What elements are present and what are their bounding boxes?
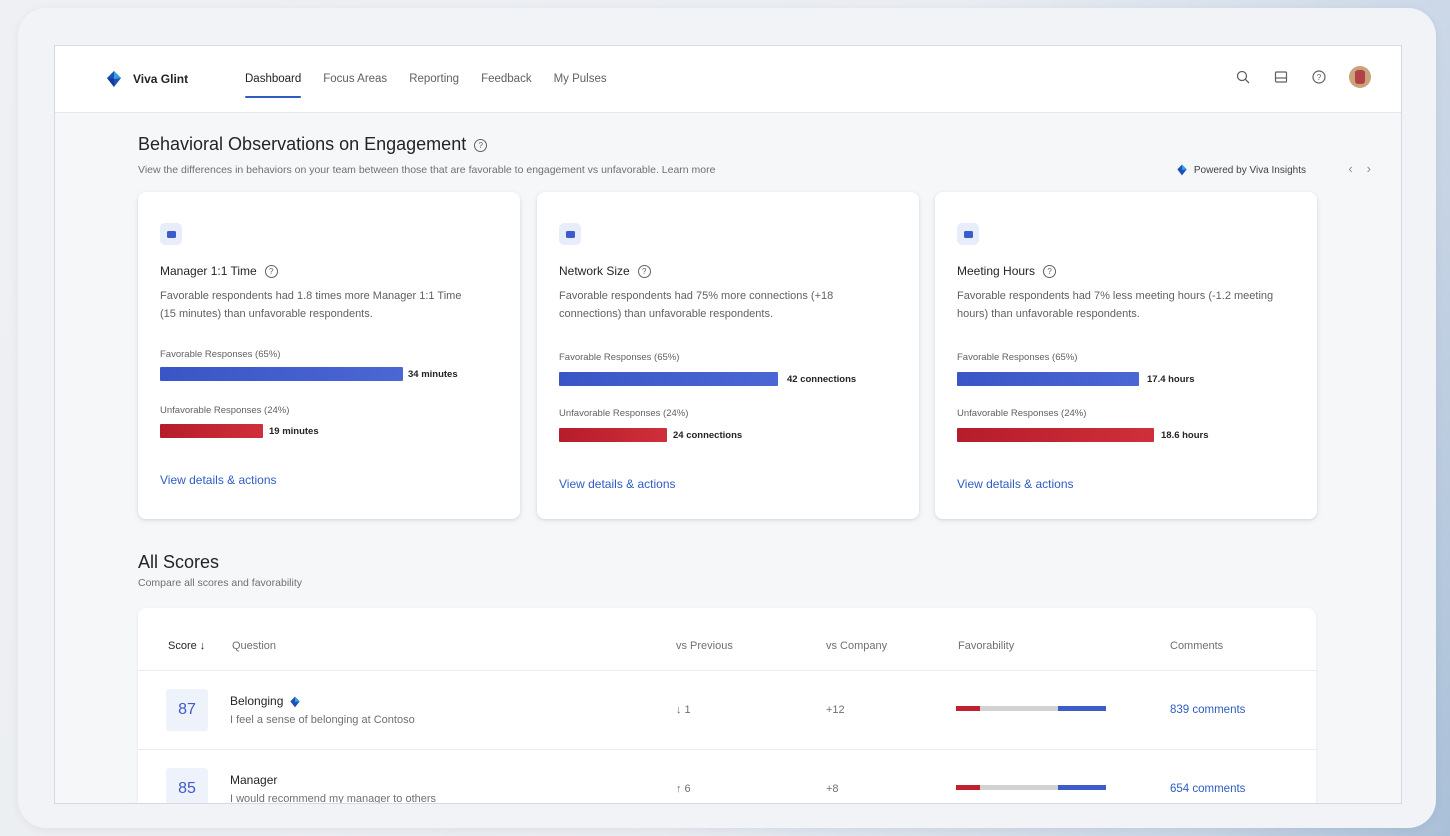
favorable-label: Favorable Responses (65%) bbox=[957, 352, 1078, 363]
column-question: Question bbox=[232, 640, 277, 652]
header-actions: ? bbox=[1235, 66, 1371, 88]
score-value: 85 bbox=[166, 768, 208, 803]
nav-tab-dashboard[interactable]: Dashboard bbox=[245, 46, 302, 112]
network-icon bbox=[559, 223, 581, 245]
question-title-text: Belonging bbox=[230, 694, 284, 708]
nav-tab-feedback[interactable]: Feedback bbox=[481, 46, 532, 112]
column-favorability: Favorability bbox=[958, 640, 1015, 652]
table-header: Score ↓ Question vs Previous vs Company … bbox=[138, 608, 1316, 671]
column-vs-previous: vs Previous bbox=[676, 640, 733, 652]
nav-tab-reporting[interactable]: Reporting bbox=[409, 46, 459, 112]
favorability-bar bbox=[956, 706, 1106, 711]
viva-glint-logo-icon bbox=[107, 71, 121, 87]
vs-company-value: +8 bbox=[826, 783, 839, 795]
favorable-bar bbox=[559, 372, 778, 386]
unfavorable-label: Unfavorable Responses (24%) bbox=[160, 405, 290, 416]
nav-tab-focus-areas[interactable]: Focus Areas bbox=[323, 46, 387, 112]
favorability-bar bbox=[956, 785, 1106, 790]
score-value: 87 bbox=[166, 689, 208, 731]
vs-previous-value: ↑ 6 bbox=[676, 783, 691, 795]
table-row[interactable]: 87 Belonging I feel a sense of belonging… bbox=[138, 671, 1316, 750]
comments-link[interactable]: 654 comments bbox=[1170, 783, 1245, 795]
info-icon[interactable]: ? bbox=[1043, 265, 1057, 279]
question-title: Manager bbox=[230, 773, 278, 787]
app-brand: Viva Glint bbox=[133, 72, 189, 86]
question-text: I feel a sense of belonging at Contoso bbox=[230, 714, 415, 726]
view-details-link[interactable]: View details & actions bbox=[160, 473, 277, 487]
powered-by-label: Powered by Viva Insights bbox=[1193, 164, 1306, 176]
favorable-segment bbox=[1058, 706, 1106, 711]
question-text: I would recommend my manager to others bbox=[230, 793, 437, 804]
question-title: Belonging bbox=[230, 694, 301, 708]
favorable-value: 42 connections bbox=[787, 374, 857, 385]
unfavorable-value: 19 minutes bbox=[269, 426, 319, 437]
favorable-value: 17.4 hours bbox=[1147, 374, 1195, 385]
viva-insights-icon bbox=[290, 696, 301, 708]
favorable-label: Favorable Responses (65%) bbox=[559, 352, 680, 363]
unfavorable-label: Unfavorable Responses (24%) bbox=[559, 408, 689, 419]
vs-company-value: +12 bbox=[826, 704, 845, 716]
view-details-link[interactable]: View details & actions bbox=[559, 477, 676, 491]
section-title-behavioral: Behavioral Observations on Engagement? bbox=[138, 134, 488, 155]
comments-link[interactable]: 839 comments bbox=[1170, 704, 1245, 716]
help-icon[interactable]: ? bbox=[1311, 69, 1327, 85]
chevron-right-icon[interactable]: › bbox=[1367, 161, 1371, 176]
main-nav: Dashboard Focus Areas Reporting Feedback… bbox=[245, 46, 629, 112]
unfavorable-segment bbox=[956, 706, 980, 711]
view-details-link[interactable]: View details & actions bbox=[957, 477, 1074, 491]
vs-previous-value: ↓ 1 bbox=[676, 704, 691, 716]
favorable-value: 34 minutes bbox=[408, 369, 458, 380]
card-title: Network Size? bbox=[559, 264, 651, 279]
unfavorable-bar bbox=[559, 428, 667, 442]
chevron-left-icon[interactable]: ‹ bbox=[1348, 161, 1352, 176]
card-description: Favorable respondents had 7% less meetin… bbox=[957, 290, 1274, 320]
behavioral-subtitle: View the differences in behaviors on you… bbox=[138, 164, 716, 176]
card-description: Favorable respondents had 75% more conne… bbox=[559, 290, 834, 320]
viva-insights-icon bbox=[1177, 164, 1187, 176]
svg-text:?: ? bbox=[1317, 73, 1322, 82]
unfavorable-segment bbox=[956, 785, 980, 790]
powered-by-viva-insights: Powered by Viva Insights bbox=[1176, 164, 1306, 176]
scores-table: Score ↓ Question vs Previous vs Company … bbox=[138, 608, 1316, 804]
card-title: Meeting Hours? bbox=[957, 264, 1057, 279]
info-icon[interactable]: ? bbox=[264, 265, 278, 279]
unfavorable-value: 24 connections bbox=[673, 430, 743, 441]
nav-tab-my-pulses[interactable]: My Pulses bbox=[554, 46, 607, 112]
search-icon[interactable] bbox=[1235, 69, 1251, 85]
card-title-text: Manager 1:1 Time bbox=[160, 264, 257, 278]
info-icon[interactable]: ? bbox=[474, 138, 488, 152]
insight-card-network-size: Network Size? Favorable respondents had … bbox=[537, 192, 919, 519]
column-score-sort[interactable]: Score ↓ bbox=[168, 640, 205, 652]
insight-card-manager-time: Manager 1:1 Time? Favorable respondents … bbox=[138, 192, 520, 519]
section-title-all-scores: All Scores bbox=[138, 552, 220, 572]
card-title-text: Meeting Hours bbox=[957, 264, 1036, 278]
card-title: Manager 1:1 Time? bbox=[160, 264, 278, 279]
unfavorable-label: Unfavorable Responses (24%) bbox=[957, 408, 1087, 419]
all-scores-subtitle: Compare all scores and favorability bbox=[138, 577, 302, 589]
behavioral-title: Behavioral Observations on Engagement bbox=[138, 134, 467, 154]
unfavorable-bar bbox=[160, 424, 263, 438]
card-description: Favorable respondents had 1.8 times more… bbox=[160, 290, 462, 320]
people-icon bbox=[160, 223, 182, 245]
avatar[interactable] bbox=[1349, 66, 1371, 88]
table-row[interactable]: 85 Manager I would recommend my manager … bbox=[138, 750, 1316, 804]
favorable-bar bbox=[160, 367, 403, 381]
inbox-icon[interactable] bbox=[1273, 69, 1289, 85]
column-comments: Comments bbox=[1170, 640, 1224, 652]
favorable-label: Favorable Responses (65%) bbox=[160, 349, 281, 360]
app-window: Viva Glint Dashboard Focus Areas Reporti… bbox=[54, 45, 1402, 804]
column-vs-company: vs Company bbox=[826, 640, 888, 652]
info-icon[interactable]: ? bbox=[637, 265, 651, 279]
top-navigation-bar: Viva Glint Dashboard Focus Areas Reporti… bbox=[55, 46, 1401, 113]
favorable-bar bbox=[957, 372, 1139, 386]
insight-card-meeting-hours: Meeting Hours? Favorable respondents had… bbox=[935, 192, 1317, 519]
carousel-arrows: ‹ › bbox=[1348, 161, 1371, 176]
card-title-text: Network Size bbox=[559, 264, 630, 278]
favorable-segment bbox=[1058, 785, 1106, 790]
unfavorable-value: 18.6 hours bbox=[1161, 430, 1209, 441]
calendar-icon bbox=[957, 223, 979, 245]
unfavorable-bar bbox=[957, 428, 1154, 442]
